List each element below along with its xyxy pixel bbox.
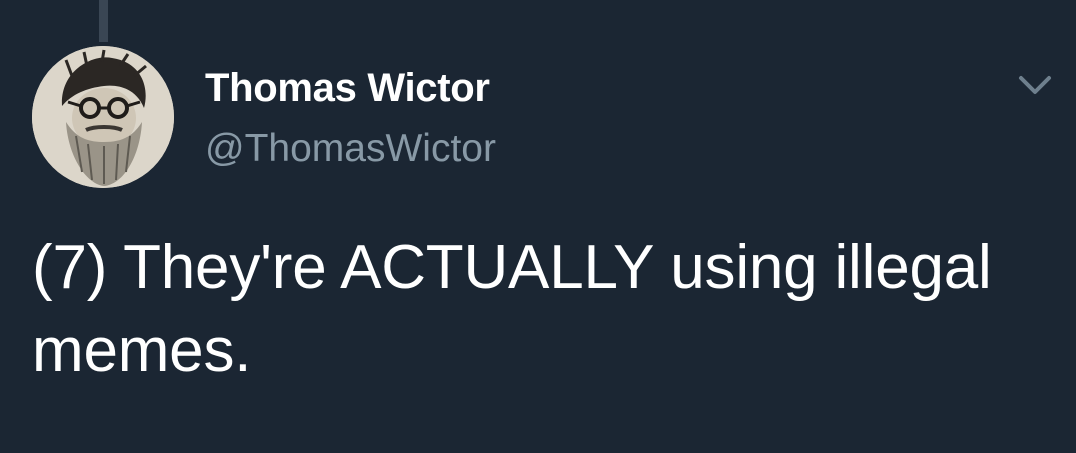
- thread-connector-line: [99, 0, 108, 42]
- author-display-name[interactable]: Thomas Wictor: [205, 66, 490, 111]
- tweet-text: (7) They're ACTUALLY using illegal memes…: [32, 233, 992, 385]
- chevron-down-icon: [1019, 76, 1051, 94]
- avatar[interactable]: [32, 46, 174, 188]
- author-handle[interactable]: @ThomasWictor: [205, 127, 496, 171]
- avatar-image: [32, 46, 174, 188]
- tweet-menu-button[interactable]: [1013, 70, 1057, 106]
